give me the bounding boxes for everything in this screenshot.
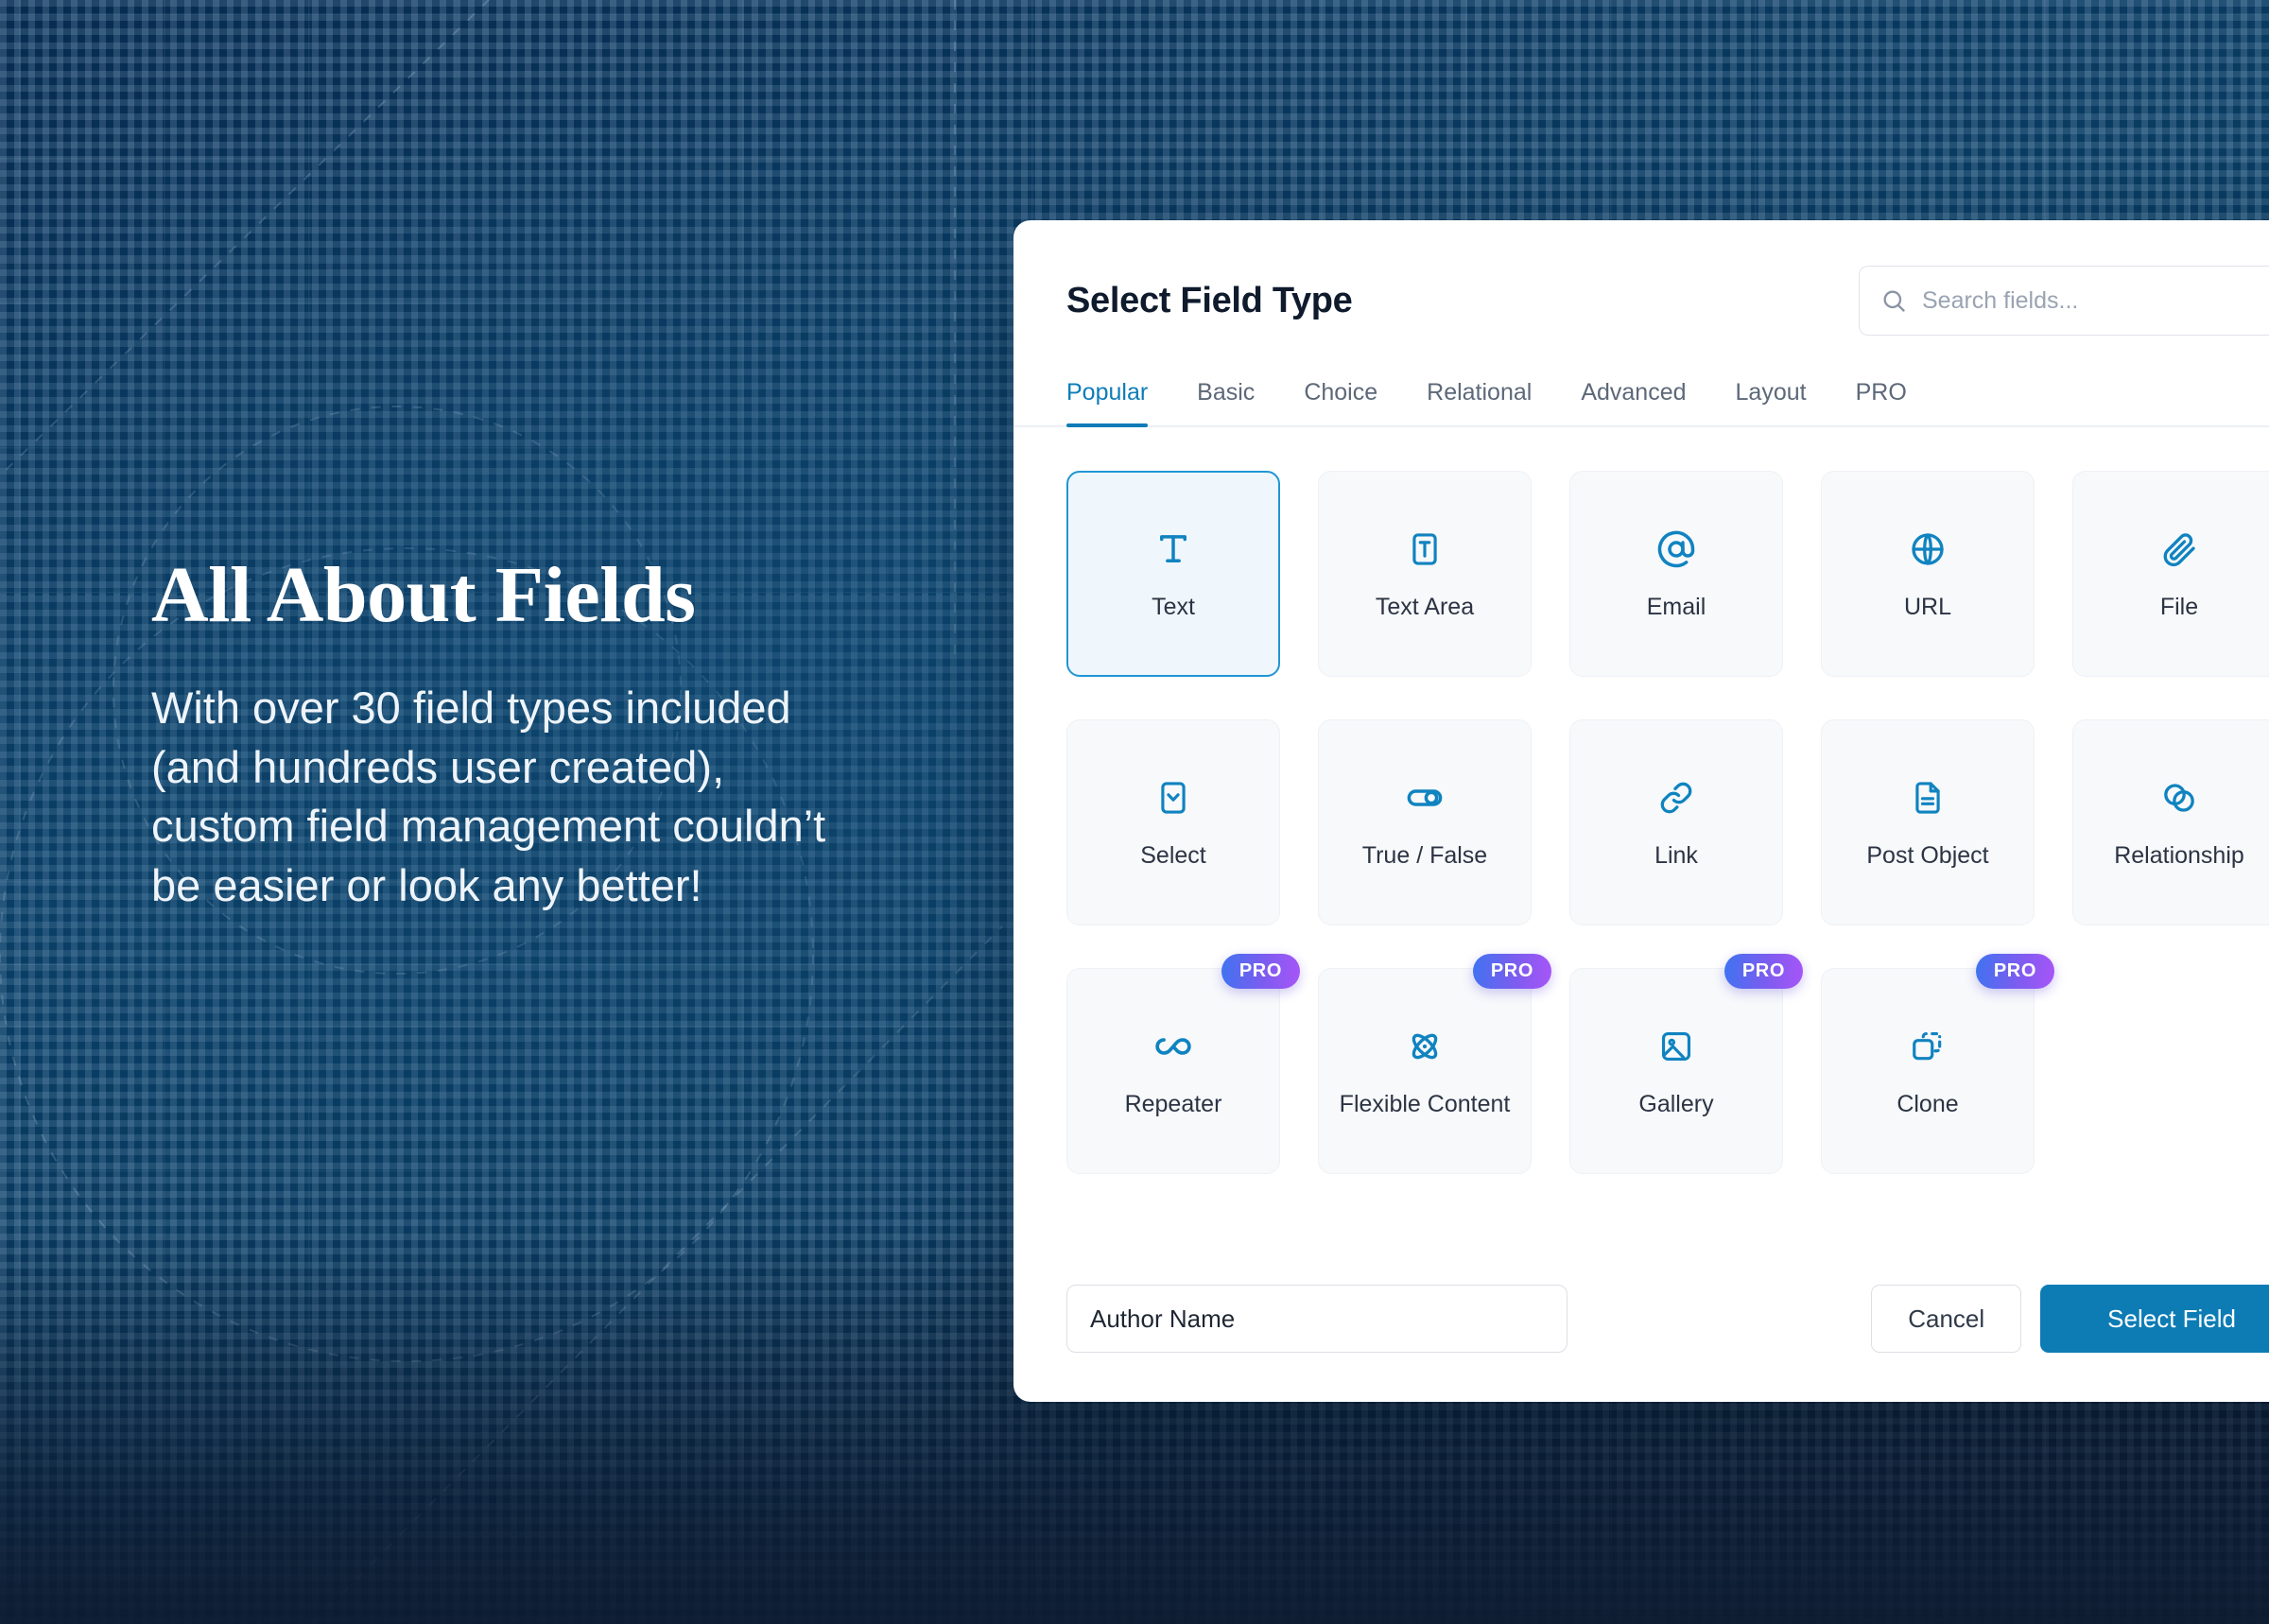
chevron-box-icon	[1155, 776, 1191, 820]
field-type-card-relationship[interactable]: Relationship	[2072, 719, 2269, 925]
field-type-card-post-object[interactable]: Post Object	[1821, 719, 2035, 925]
tab-relational[interactable]: Relational	[1402, 379, 1556, 425]
field-type-label: File	[2159, 593, 2199, 620]
tab-advanced[interactable]: Advanced	[1556, 379, 1710, 425]
field-type-card-url[interactable]: URL	[1821, 471, 2035, 677]
search-icon	[1880, 287, 1907, 314]
field-type-label: Email	[1646, 593, 1706, 620]
field-type-label: Select	[1140, 841, 1206, 869]
select-field-type-dialog: Select Field Type Popular Basic Choice R…	[1013, 220, 2269, 1402]
field-type-label: True / False	[1361, 841, 1488, 869]
tab-choice[interactable]: Choice	[1279, 379, 1402, 425]
field-type-label: Flexible Content	[1339, 1090, 1511, 1117]
pro-badge: PRO	[1472, 954, 1551, 989]
field-type-card-link[interactable]: Link	[1569, 719, 1783, 925]
select-field-button[interactable]: Select Field	[2040, 1285, 2269, 1353]
field-type-card-repeater[interactable]: PRO Repeater	[1066, 954, 1300, 1174]
field-type-card-file[interactable]: File	[2072, 471, 2269, 677]
field-type-label: Text Area	[1375, 593, 1475, 620]
at-sign-icon	[1656, 527, 1696, 571]
cancel-button[interactable]: Cancel	[1871, 1285, 2022, 1353]
pro-badge: PRO	[1723, 954, 1803, 989]
dialog-footer: Cancel Select Field	[1013, 1285, 2269, 1402]
search-input[interactable]	[1922, 286, 2269, 315]
dialog-header: Select Field Type	[1013, 220, 2269, 336]
infinity-icon	[1152, 1025, 1194, 1068]
globe-icon	[1909, 527, 1947, 571]
clone-icon	[1910, 1025, 1946, 1068]
field-type-label: Repeater	[1124, 1090, 1222, 1117]
dialog-title: Select Field Type	[1066, 280, 1353, 320]
field-type-card-select[interactable]: Select	[1066, 719, 1280, 925]
footer-actions: Cancel Select Field	[1871, 1285, 2269, 1353]
document-icon	[1910, 776, 1946, 820]
field-type-card-email[interactable]: Email	[1569, 471, 1783, 677]
page-title: All About Fields	[151, 551, 696, 639]
text-icon	[1153, 527, 1193, 571]
field-type-card-true-false[interactable]: True / False	[1318, 719, 1532, 925]
field-name-input[interactable]	[1066, 1285, 1568, 1353]
field-category-tabs: Popular Basic Choice Relational Advanced…	[1013, 379, 2269, 427]
tab-basic[interactable]: Basic	[1172, 379, 1279, 425]
field-type-card-flexible-content[interactable]: PRO Flexible Content	[1318, 954, 1551, 1174]
field-type-card-gallery[interactable]: PRO Gallery	[1569, 954, 1803, 1174]
image-icon	[1658, 1025, 1694, 1068]
paperclip-icon	[2160, 527, 2198, 571]
link-icon	[1657, 776, 1695, 820]
field-type-grid: Text Text Area Email URL File Select True / Fa…	[1013, 427, 2269, 1174]
field-type-label: Link	[1654, 841, 1698, 869]
field-type-label: Relationship	[2114, 841, 2244, 869]
hero-copy: All About Fields With over 30 field type…	[151, 556, 927, 915]
text-area-icon	[1407, 527, 1443, 571]
tab-layout[interactable]: Layout	[1711, 379, 1831, 425]
field-type-label: Post Object	[1866, 841, 1989, 869]
field-type-label: Gallery	[1638, 1090, 1714, 1117]
venn-circles-icon	[2160, 776, 2198, 820]
field-type-label: URL	[1903, 593, 1951, 620]
tab-pro[interactable]: PRO	[1831, 379, 1931, 425]
search-field-wrapper[interactable]	[1859, 266, 2269, 336]
toggle-icon	[1405, 776, 1445, 820]
field-type-label: Text	[1152, 593, 1195, 620]
field-type-label: Clone	[1897, 1090, 1959, 1117]
page-root: All About Fields With over 30 field type…	[0, 0, 2269, 1624]
field-type-card-clone[interactable]: PRO Clone	[1821, 954, 2054, 1174]
pro-badge: PRO	[1221, 954, 1300, 989]
pro-badge: PRO	[1975, 954, 2054, 989]
atom-icon	[1406, 1025, 1444, 1068]
hero-description: With over 30 field types included (and h…	[151, 682, 826, 910]
tab-popular[interactable]: Popular	[1066, 379, 1172, 427]
field-type-card-text-area[interactable]: Text Area	[1318, 471, 1532, 677]
field-type-card-text[interactable]: Text	[1066, 471, 1280, 677]
